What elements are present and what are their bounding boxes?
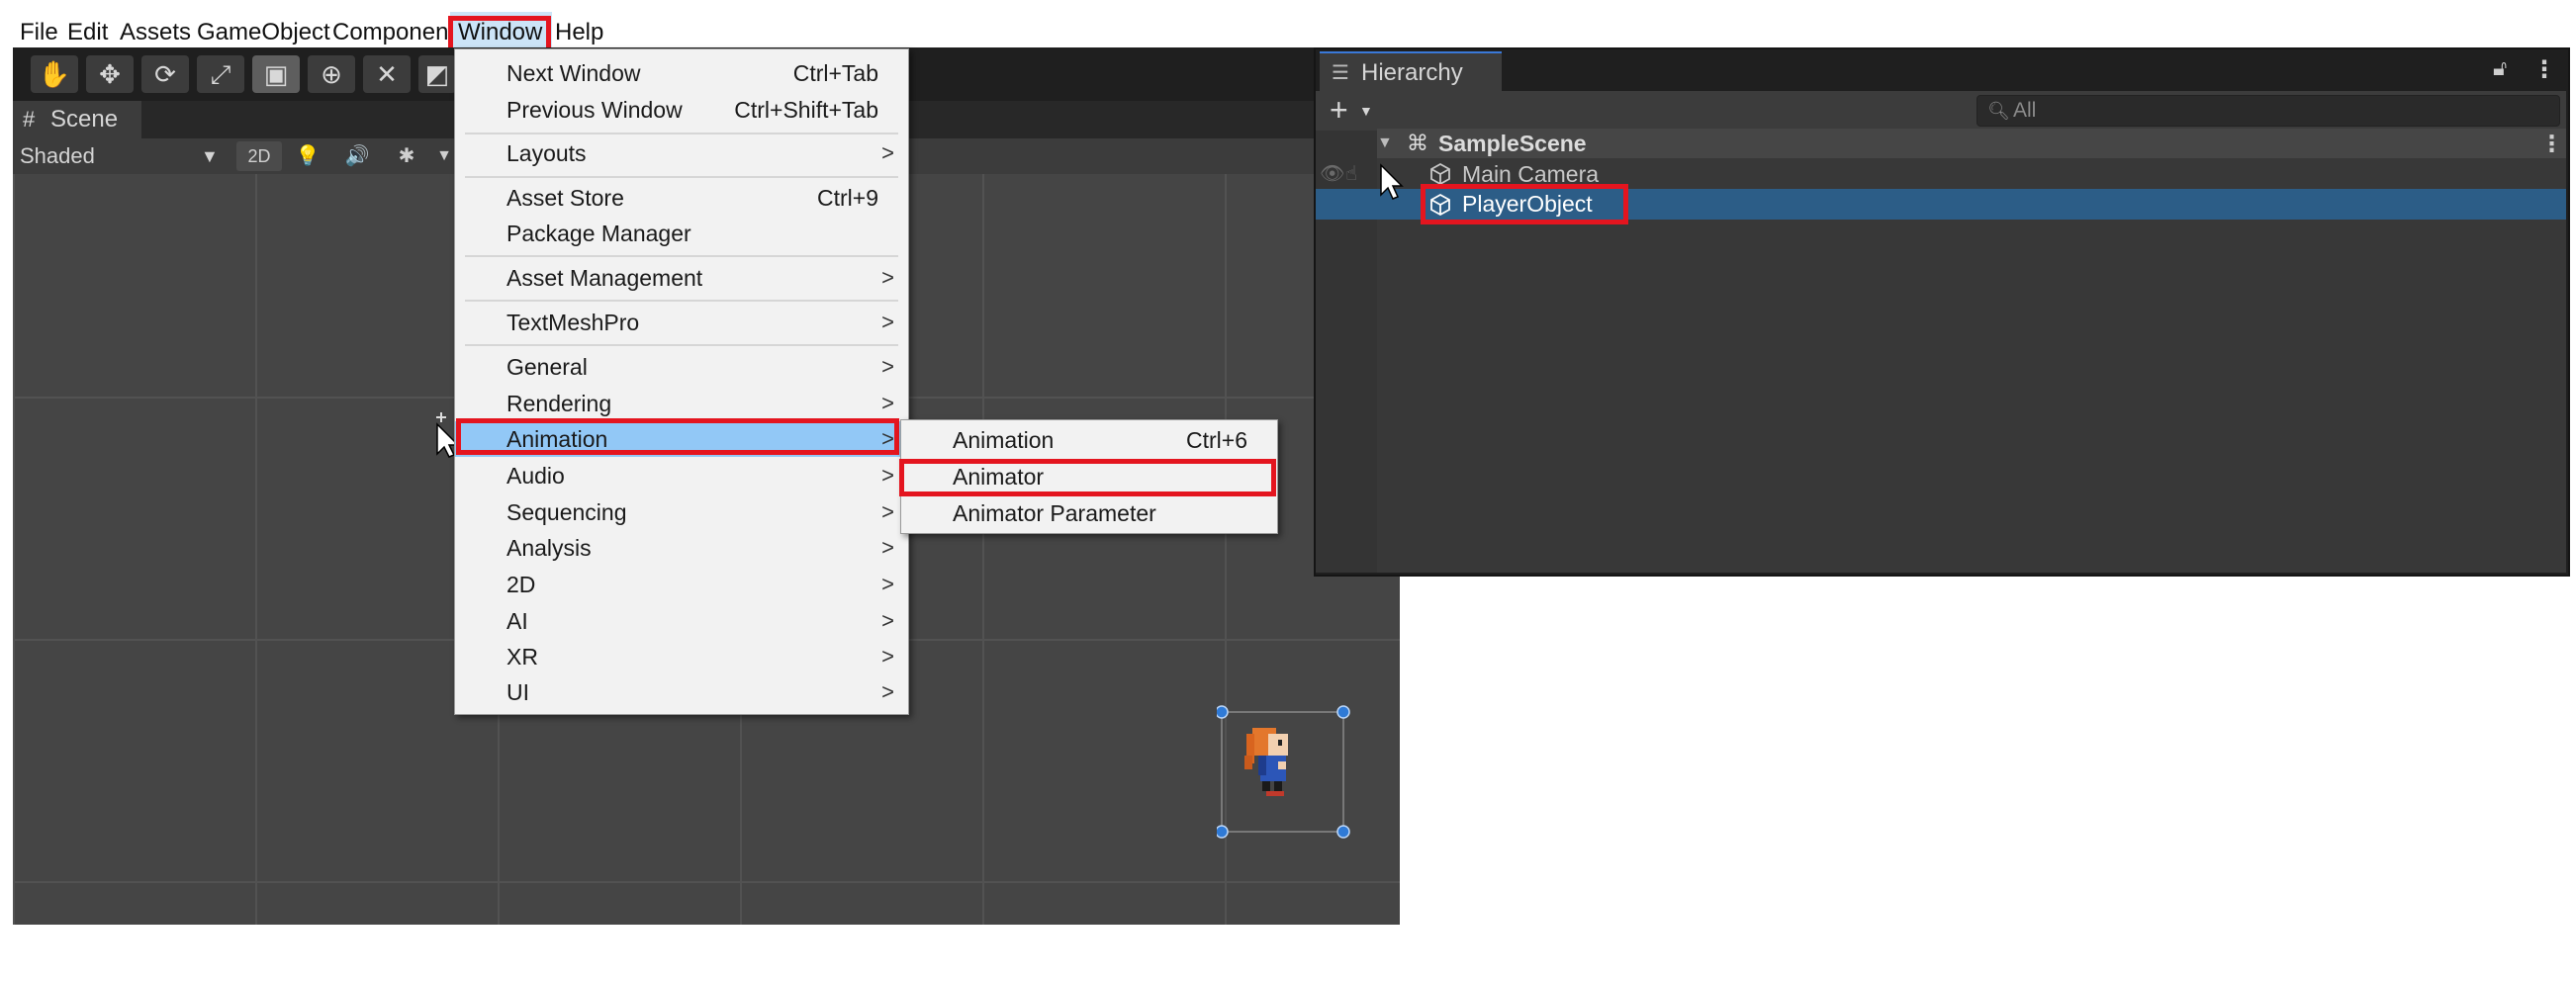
menu-item-package-manager[interactable]: Package Manager <box>455 216 908 251</box>
scene-name: SampleScene <box>1438 131 1587 156</box>
hierarchy-toolbar: + ▼ 🔍︎ All <box>1316 91 2566 131</box>
search-input[interactable]: 🔍︎ All <box>1977 95 2560 127</box>
list-icon: ☰ <box>1332 62 1349 84</box>
scene-tab-label: Scene <box>50 106 119 133</box>
tab-scene[interactable]: # Scene <box>13 101 141 138</box>
lighting-icon[interactable]: 💡 <box>290 141 325 171</box>
menu-item-ui[interactable]: UI > <box>455 674 908 710</box>
pointer-cursor-icon <box>1380 163 1404 200</box>
submenu-item-animator[interactable]: Animator <box>901 459 1277 494</box>
pick-hand-icon[interactable]: ☝︎ <box>1345 159 1357 189</box>
menu-item-sequencing[interactable]: Sequencing > <box>455 494 908 530</box>
lock-icon[interactable]: 🔓︎ <box>2493 55 2507 81</box>
animation-submenu: Animation Ctrl+6 Animator Animator Param… <box>900 419 1278 534</box>
chevron-right-icon: > <box>881 140 894 165</box>
submenu-item-animation[interactable]: Animation Ctrl+6 <box>901 422 1277 458</box>
chevron-right-icon: > <box>881 391 894 415</box>
shading-mode-dropdown[interactable]: Shaded <box>20 138 95 174</box>
grid-icon: # <box>23 107 36 132</box>
chevron-right-icon: > <box>881 463 894 488</box>
menu-separator <box>465 133 898 134</box>
scene-row[interactable]: ▼ ⌘ SampleScene ⋮ <box>1377 129 2566 158</box>
menu-item-general[interactable]: General > <box>455 349 908 385</box>
menu-item-asset-management[interactable]: Asset Management > <box>455 260 908 296</box>
menu-item-next-window[interactable]: Next Window Ctrl+Tab <box>455 55 908 91</box>
rect-tool-icon[interactable]: ▣ <box>252 55 300 93</box>
chevron-down-icon[interactable]: ▼ <box>1359 91 1373 131</box>
main-camera-label: Main Camera <box>1462 161 1600 187</box>
add-button[interactable]: + <box>1330 91 1348 129</box>
hierarchy-tab-label: Hierarchy <box>1361 59 1463 86</box>
audio-icon[interactable]: 🔊 <box>339 141 375 171</box>
gameobject-cube-icon <box>1430 162 1450 186</box>
menu-separator <box>465 255 898 257</box>
more-options-icon[interactable]: ⋮ <box>2532 55 2556 84</box>
hand-tool-icon[interactable]: ✋ <box>31 55 78 93</box>
rotate-tool-icon[interactable]: ⟳ <box>141 55 189 93</box>
chevron-right-icon: > <box>881 644 894 669</box>
menu-separator <box>465 344 898 346</box>
menu-item-textmeshpro[interactable]: TextMeshPro > <box>455 305 908 340</box>
search-placeholder: All <box>2013 99 2037 122</box>
chevron-right-icon: > <box>881 535 894 560</box>
chevron-right-icon: > <box>881 679 894 704</box>
foldout-arrow-icon[interactable]: ▼ <box>1377 129 1393 158</box>
menu-item-layouts[interactable]: Layouts > <box>455 135 908 171</box>
custom-tool-icon[interactable]: ✕ <box>363 55 411 93</box>
chevron-right-icon: > <box>881 354 894 379</box>
menu-item-xr[interactable]: XR > <box>455 639 908 674</box>
scale-tool-icon[interactable]: ⤢ <box>197 55 244 93</box>
mode-2d-button[interactable]: 2D <box>236 141 282 171</box>
gameobject-cube-icon <box>1430 193 1450 217</box>
eye-icon[interactable]: 👁︎ <box>1320 159 1344 189</box>
pivot-tool-icon[interactable]: ◩ <box>418 55 456 93</box>
menu-item-asset-store[interactable]: Asset Store Ctrl+9 <box>455 180 908 216</box>
scene-menu-icon[interactable]: ⋮ <box>2540 129 2563 158</box>
unity-scene-icon: ⌘ <box>1407 131 1428 155</box>
menu-item-analysis[interactable]: Analysis > <box>455 530 908 566</box>
chevron-right-icon: > <box>881 572 894 596</box>
menu-item-2d[interactable]: 2D > <box>455 567 908 602</box>
visibility-toggles: 👁︎ ☝︎ <box>1320 159 1369 189</box>
effects-icon[interactable]: ✱ <box>389 141 424 171</box>
submenu-item-animator-parameter[interactable]: Animator Parameter <box>901 495 1277 531</box>
menu-separator <box>465 300 898 302</box>
menu-item-rendering[interactable]: Rendering > <box>455 386 908 421</box>
menu-item-ai[interactable]: AI > <box>455 603 908 639</box>
move-tool-icon[interactable]: ✥ <box>86 55 134 93</box>
playerobject-label: PlayerObject <box>1462 191 1593 217</box>
tab-hierarchy[interactable]: ☰ Hierarchy <box>1320 51 1502 93</box>
chevron-right-icon: > <box>881 608 894 633</box>
hierarchy-item-playerobject[interactable]: PlayerObject <box>1316 189 2566 220</box>
menu-item-previous-window[interactable]: Previous Window Ctrl+Shift+Tab <box>455 92 908 128</box>
chevron-right-icon: > <box>881 426 894 451</box>
chevron-down-icon[interactable]: ▼ <box>201 138 219 174</box>
window-menu-dropdown: Next Window Ctrl+Tab Previous Window Ctr… <box>454 48 909 715</box>
search-icon: 🔍︎ <box>1987 101 2010 121</box>
player-sprite-gizmo[interactable] <box>1217 704 1355 843</box>
chevron-right-icon: > <box>881 310 894 334</box>
menu-separator <box>465 176 898 178</box>
menu-item-animation[interactable]: Animation > <box>455 421 908 457</box>
hierarchy-list <box>1377 158 2566 573</box>
chevron-right-icon: > <box>881 265 894 290</box>
transform-tool-icon[interactable]: ⊕ <box>308 55 355 93</box>
chevron-right-icon: > <box>881 499 894 524</box>
menu-item-audio[interactable]: Audio > <box>455 458 908 493</box>
hierarchy-item-main-camera[interactable]: Main Camera <box>1377 159 2566 189</box>
